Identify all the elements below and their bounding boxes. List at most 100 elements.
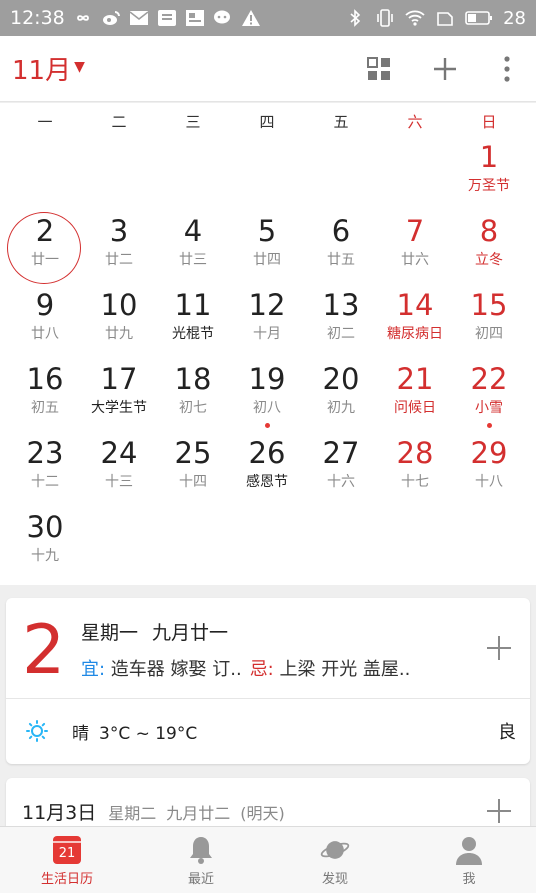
selected-day-card[interactable]: 2 星期一 九月廿一 宜: 造车器 嫁娶 订.. 忌: 上梁 开光 盖屋.. 晴 3°…	[6, 598, 530, 764]
status-time: 12:38	[10, 7, 65, 29]
weather-row[interactable]: 晴 3°C ~ 19°C 良	[6, 699, 530, 763]
day-lunar-label: 十七	[401, 474, 429, 490]
nav-me[interactable]: 我	[402, 827, 536, 893]
day-number: 1	[479, 140, 499, 174]
day-number: 18	[174, 362, 212, 396]
add-next-day-button[interactable]	[484, 796, 514, 826]
sun-icon	[26, 720, 48, 742]
nav-discover-label: 发现	[321, 871, 348, 887]
day-lunar-label: 问候日	[394, 400, 436, 416]
weekday-mon: 一	[37, 112, 53, 131]
nav-discover[interactable]: 发现	[268, 827, 402, 893]
day-number: 7	[405, 214, 425, 248]
nav-recent[interactable]: 最近	[134, 827, 268, 893]
day-number: 29	[470, 436, 508, 470]
day-cell[interactable]: 23 十二	[8, 435, 82, 509]
day-lunar-label: 廿六	[401, 252, 429, 268]
day-cell[interactable]: 14 糖尿病日	[378, 287, 452, 361]
day-lunar-label: 廿三	[179, 252, 207, 268]
calendar-badge-day: 21	[58, 845, 76, 861]
weekday-header: 一 二 三 四 五 六 日	[0, 103, 536, 139]
ji-label: 忌:	[249, 659, 274, 680]
day-cell[interactable]: 22 小雪	[452, 361, 526, 435]
day-cell[interactable]: 20 初九	[304, 361, 378, 435]
day-number: 4	[183, 214, 203, 248]
nav-calendar[interactable]: 21 生活日历	[0, 827, 134, 893]
day-lunar-label: 光棍节	[172, 326, 214, 342]
day-cell[interactable]: 18 初七	[156, 361, 230, 435]
day-cell[interactable]: 27 十六	[304, 435, 378, 509]
day-cell[interactable]: 4 廿三	[156, 213, 230, 287]
ji-text: 上梁 开光 盖屋..	[273, 659, 411, 680]
day-lunar-label: 十二	[31, 474, 59, 490]
add-to-day-button[interactable]	[484, 633, 514, 663]
day-cell[interactable]: 25 十四	[156, 435, 230, 509]
day-cell[interactable]: 21 问候日	[378, 361, 452, 435]
bottom-navigation: 21 生活日历 最近 发现 我	[0, 826, 536, 893]
next-day-row: 11月3日 星期二 九月廿二 (明天)	[22, 798, 285, 825]
weekday-thu: 四	[259, 112, 275, 131]
selected-date-number: 2	[22, 611, 66, 690]
day-number: 26	[248, 436, 286, 470]
month-selector[interactable]: 11月 ▼	[12, 50, 85, 87]
day-cell[interactable]: 30 十九	[8, 509, 82, 583]
view-mode-button[interactable]	[346, 39, 412, 99]
status-bar: 12:38 28	[0, 0, 536, 36]
day-cell[interactable]: 10 廿九	[82, 287, 156, 361]
day-cell[interactable]: 7 廿六	[378, 213, 452, 287]
day-cell[interactable]: 15 初四	[452, 287, 526, 361]
day-cell[interactable]: 17 大学生节	[82, 361, 156, 435]
day-cell[interactable]: 19 初八	[230, 361, 304, 435]
day-cell[interactable]: 26 感恩节	[230, 435, 304, 509]
day-lunar-label: 廿四	[253, 252, 281, 268]
nav-me-label: 我	[462, 871, 476, 887]
day-cell[interactable]: 1 万圣节	[452, 139, 526, 213]
day-cell[interactable]: 8 立冬	[452, 213, 526, 287]
day-number: 14	[396, 288, 434, 322]
day-cell[interactable]: 9 廿八	[8, 287, 82, 361]
day-number: 17	[100, 362, 138, 396]
month-label: 11月	[12, 56, 72, 86]
day-cell[interactable]: 12 十月	[230, 287, 304, 361]
day-cell[interactable]: 29 十八	[452, 435, 526, 509]
day-lunar-label: 小雪	[475, 400, 503, 416]
add-event-button[interactable]	[412, 39, 478, 99]
caret-down-icon: ▼	[74, 58, 85, 75]
day-number: 20	[322, 362, 360, 396]
nav-recent-label: 最近	[187, 871, 214, 887]
day-cell[interactable]: 16 初五	[8, 361, 82, 435]
day-cell[interactable]: 2 廿一	[7, 212, 82, 287]
day-lunar-label: 初七	[179, 400, 207, 416]
day-cell[interactable]: 11 光棍节	[156, 287, 230, 361]
next-day-date: 11月3日	[22, 802, 97, 824]
day-number: 21	[396, 362, 434, 396]
more-options-button[interactable]	[478, 39, 536, 99]
day-number: 8	[479, 214, 499, 248]
planet-icon	[320, 840, 350, 859]
almanac-line: 宜: 造车器 嫁娶 订.. 忌: 上梁 开光 盖屋..	[81, 655, 410, 681]
day-cell[interactable]: 5 廿四	[230, 213, 304, 287]
day-cell[interactable]: 3 廿二	[82, 213, 156, 287]
selected-weekday: 星期一	[81, 622, 139, 644]
day-cell[interactable]: 24 十三	[82, 435, 156, 509]
day-cell[interactable]: 6 廿五	[304, 213, 378, 287]
day-lunar-label: 立冬	[475, 252, 503, 268]
day-number: 23	[26, 436, 64, 470]
wifi-icon	[405, 9, 425, 27]
person-icon	[456, 836, 482, 865]
day-number: 13	[322, 288, 360, 322]
day-lunar-label: 廿二	[105, 252, 133, 268]
sim-icon	[435, 9, 455, 27]
infinity-icon	[73, 9, 93, 27]
day-cell[interactable]: 28 十七	[378, 435, 452, 509]
plus-icon	[487, 636, 511, 660]
weekday-sat: 六	[407, 112, 423, 131]
weekday-fri: 五	[333, 112, 349, 131]
wechat-icon	[213, 9, 233, 27]
day-cell[interactable]: 13 初二	[304, 287, 378, 361]
day-number: 12	[248, 288, 286, 322]
nav-calendar-label: 生活日历	[40, 871, 93, 887]
news-icon	[185, 9, 205, 27]
weekday-tue: 二	[111, 112, 127, 131]
next-day-relative: (明天)	[240, 804, 285, 823]
